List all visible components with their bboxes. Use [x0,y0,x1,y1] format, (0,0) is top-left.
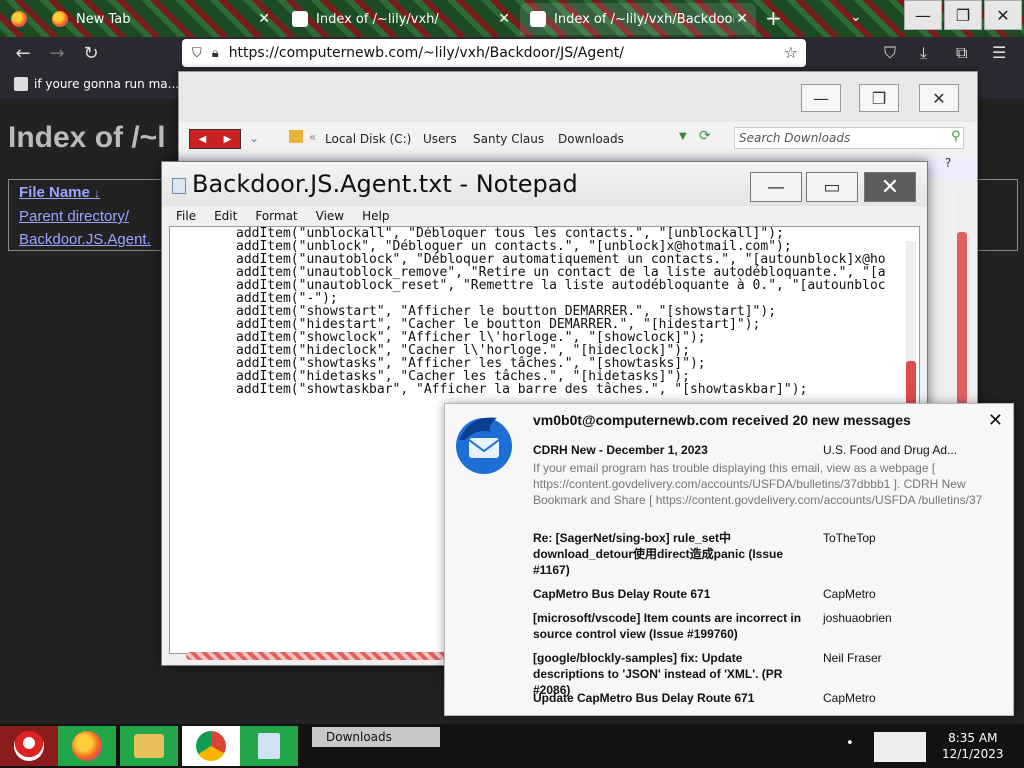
firefox-menu-icon[interactable] [6,3,32,35]
firefox-icon [72,731,102,761]
taskbar-downloads[interactable]: Downloads [312,727,440,747]
notification-close-icon[interactable]: ✕ [988,410,1003,431]
menu-format[interactable]: Format [255,209,297,223]
explorer-minimize-button[interactable]: — [801,84,841,112]
tray-dot-icon[interactable]: • [846,736,854,751]
url-text[interactable]: https://computernewb.com/~lily/vxh/Backd… [229,45,624,61]
explorer-close-button[interactable]: ✕ [919,84,959,112]
folder-icon [134,734,164,758]
chrome-icon [196,731,226,761]
mail-notification[interactable]: vm0b0t@computernewb.com received 20 new … [444,403,1014,716]
taskbar-notepad[interactable] [240,726,298,766]
menu-help[interactable]: Help [362,209,389,223]
tab-close-icon[interactable]: ✕ [258,11,270,27]
browser-minimize-button[interactable]: — [904,0,942,30]
reload-icon[interactable]: ↻ [74,43,108,64]
browser-nav-bar: ← → ↻ ⛉ 🔒︎ https://computernewb.com/~lil… [0,37,1024,69]
lock-icon[interactable]: 🔒︎ [212,46,219,61]
column-header-file-name[interactable]: File Name ↓ [19,184,100,201]
page-title: Index of /~l [8,121,166,154]
tab-list-chevron-icon[interactable]: ⌄ [850,9,862,25]
notepad-title: Backdoor.JS.Agent.txt - Notepad [192,170,578,198]
menu-view[interactable]: View [316,209,344,223]
refresh-icon[interactable]: ⟳ [699,128,711,144]
taskbar-firefox[interactable] [58,726,116,766]
firefox-icon [52,11,68,27]
taskbar-chrome[interactable] [182,726,240,766]
help-icon[interactable]: ? [945,156,951,170]
notepad-content[interactable]: addItem("unblockall", "Débloquer tous le… [236,227,886,396]
start-button[interactable] [0,726,58,766]
file-link[interactable]: Backdoor.JS.Agent. [19,231,151,248]
tab-new-tab[interactable]: New Tab ✕ [42,3,278,35]
downloads-icon[interactable]: ⤓ [920,43,927,63]
dropdown-arrow-icon[interactable]: ▼ [679,131,687,142]
explorer-back-forward-buttons[interactable]: ◀ ▶ [189,129,241,149]
tab-close-icon[interactable]: ✕ [736,11,748,27]
shield-icon[interactable]: ⛉ [192,46,202,61]
notepad-titlebar[interactable]: Backdoor.JS.Agent.txt - Notepad — ▭ ✕ [162,162,927,206]
new-tab-button[interactable]: + [765,8,782,28]
tray-notification-icons[interactable] [874,732,926,762]
notepad-icon [258,733,280,759]
taskbar-clock[interactable]: 8:35 AM 12/1/2023 [942,730,1004,762]
search-icon[interactable]: ⚲ [951,129,961,144]
forward-arrow-icon[interactable]: → [40,43,74,64]
desktop: New Tab ✕ Index of /~lily/vxh/ ✕ Index o… [0,0,1024,768]
santa-icon [14,731,44,761]
folder-icon [289,130,303,143]
chevron-down-icon[interactable]: ⌄ [249,131,259,145]
extensions-icon[interactable]: ⧉ [956,43,967,63]
notepad-minimize-button[interactable]: — [750,172,802,202]
breadcrumb-users[interactable]: Users [423,132,457,146]
browser-restore-button[interactable]: ❐ [944,0,982,30]
breadcrumb-downloads[interactable]: Downloads [558,132,624,146]
code-line[interactable]: addItem("showtaskbar", "Afficher la barr… [236,383,886,396]
address-bar[interactable]: ⛉ 🔒︎ https://computernewb.com/~lily/vxh/… [182,39,806,67]
notification-header: vm0b0t@computernewb.com received 20 new … [533,412,911,428]
browser-tab-bar: New Tab ✕ Index of /~lily/vxh/ ✕ Index o… [0,0,1024,37]
notepad-maximize-button[interactable]: ▭ [806,172,858,202]
browser-close-button[interactable]: ✕ [984,0,1022,30]
notepad-menu-bar: File Edit Format View Help [162,206,927,226]
menu-file[interactable]: File [176,209,196,223]
notepad-close-button[interactable]: ✕ [864,172,916,202]
site-favicon [530,11,546,27]
bookmark-favicon [14,77,28,91]
bookmark-star-icon[interactable]: ☆ [784,43,798,62]
pocket-icon[interactable]: ⛉ [884,43,896,63]
taskbar-explorer[interactable] [120,726,178,766]
tab-close-icon[interactable]: ✕ [498,11,510,27]
tab-index-vxh[interactable]: Index of /~lily/vxh/ ✕ [282,3,518,35]
taskbar: Downloads • 8:35 AM 12/1/2023 [0,724,1024,768]
hamburger-menu-icon[interactable]: ☰ [992,43,1006,62]
menu-edit[interactable]: Edit [214,209,237,223]
notepad-icon [172,178,186,194]
thunderbird-icon [456,417,512,474]
site-favicon [292,11,308,27]
parent-directory-link[interactable]: Parent directory/ [19,208,129,225]
explorer-search-input[interactable]: Search Downloads [734,127,964,149]
tab-index-agent[interactable]: Index of /~lily/vxh/Backdoor/JS/A ✕ [520,3,756,35]
explorer-maximize-button[interactable]: ❐ [859,84,899,112]
breadcrumb-santy-claus[interactable]: Santy Claus [473,132,544,146]
back-arrow-icon[interactable]: ← [6,43,40,64]
bookmark-item[interactable]: if youre gonna run ma... [34,77,179,91]
explorer-address-bar: ◀ ▶ ⌄ « Local Disk (C:) Users Santy Claus… [179,122,977,158]
explorer-titlebar [179,72,977,122]
breadcrumb-local-disk[interactable]: Local Disk (C:) [325,132,411,146]
